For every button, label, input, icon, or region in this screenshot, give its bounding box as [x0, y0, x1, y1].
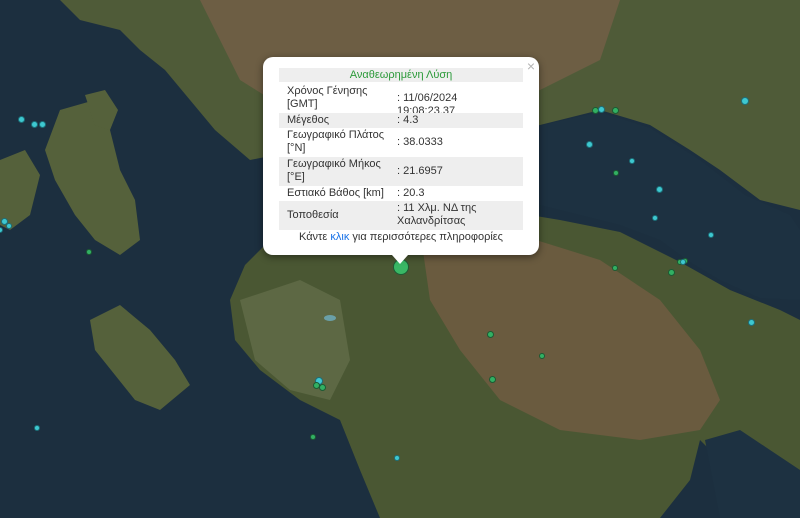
- popup-row-location: Τοποθεσία : 11 Χλμ. ΝΔ της Χαλανδρίτσας: [279, 201, 523, 230]
- row-label: Χρόνος Γένησης [GMT]: [287, 85, 368, 110]
- earthquake-popup: × Αναθεωρημένη Λύση Χρόνος Γένησης [GMT]…: [263, 57, 539, 255]
- popup-title: Αναθεωρημένη Λύση: [279, 68, 523, 82]
- popup-row-depth: Εστιακό Βάθος [km] : 20.3: [279, 186, 523, 201]
- close-icon[interactable]: ×: [527, 59, 535, 73]
- earthquake-marker[interactable]: [747, 318, 755, 326]
- earthquake-marker[interactable]: [612, 265, 618, 271]
- popup-footer: Κάντε κλικ για περισσότερες πληροφορίες: [263, 231, 539, 243]
- row-label: Εστιακό Βάθος [km]: [287, 187, 384, 199]
- popup-row-magnitude: Μέγεθος : 4.3: [279, 113, 523, 128]
- row-label: Τοποθεσία: [287, 209, 339, 221]
- more-info-link[interactable]: κλικ: [330, 231, 349, 243]
- popup-row-origin-time: Χρόνος Γένησης [GMT] : 11/06/2024 19:08:…: [279, 84, 523, 117]
- map-view[interactable]: × Αναθεωρημένη Λύση Χρόνος Γένησης [GMT]…: [0, 0, 800, 518]
- earthquake-marker[interactable]: [312, 381, 320, 389]
- earthquake-marker[interactable]: [17, 115, 25, 123]
- row-value: : 11 Χλμ. ΝΔ της Χαλανδρίτσας: [397, 202, 477, 227]
- row-value: : 38.0333: [397, 136, 443, 148]
- earthquake-marker[interactable]: [539, 353, 545, 359]
- earthquake-marker[interactable]: [310, 434, 316, 440]
- earthquake-marker[interactable]: [680, 259, 686, 265]
- earthquake-marker[interactable]: [86, 249, 92, 255]
- earthquake-marker[interactable]: [318, 383, 326, 391]
- earthquake-marker[interactable]: [597, 105, 605, 113]
- earthquake-marker[interactable]: [394, 455, 400, 461]
- earthquake-marker[interactable]: [708, 232, 714, 238]
- row-value: : 21.6957: [397, 165, 443, 177]
- footer-prefix: Κάντε: [299, 231, 331, 243]
- popup-row-longitude: Γεωγραφικό Μήκος [°E] : 21.6957: [279, 157, 523, 186]
- lagoon: [324, 315, 336, 321]
- earthquake-marker[interactable]: [38, 120, 46, 128]
- earthquake-marker[interactable]: [652, 215, 658, 221]
- row-label: Γεωγραφικό Μήκος [°E]: [287, 158, 381, 183]
- earthquake-marker[interactable]: [585, 140, 593, 148]
- row-value: : 20.3: [397, 187, 425, 199]
- earthquake-marker[interactable]: [629, 158, 635, 164]
- earthquake-marker[interactable]: [6, 223, 12, 229]
- footer-suffix: για περισσότερες πληροφορίες: [349, 231, 503, 243]
- row-value: : 4.3: [397, 114, 419, 126]
- earthquake-marker[interactable]: [667, 268, 675, 276]
- earthquake-marker[interactable]: [655, 185, 663, 193]
- popup-row-latitude: Γεωγραφικό Πλάτος [°N] : 38.0333: [279, 128, 523, 157]
- earthquake-marker[interactable]: [741, 97, 749, 105]
- popup-pointer: [392, 255, 408, 264]
- earthquake-marker[interactable]: [486, 330, 494, 338]
- earthquake-marker[interactable]: [613, 170, 619, 176]
- row-label: Μέγεθος: [287, 114, 330, 126]
- earthquake-marker[interactable]: [34, 425, 40, 431]
- earthquake-marker[interactable]: [488, 375, 496, 383]
- earthquake-marker[interactable]: [611, 106, 619, 114]
- row-label: Γεωγραφικό Πλάτος [°N]: [287, 129, 385, 154]
- earthquake-marker[interactable]: [30, 120, 38, 128]
